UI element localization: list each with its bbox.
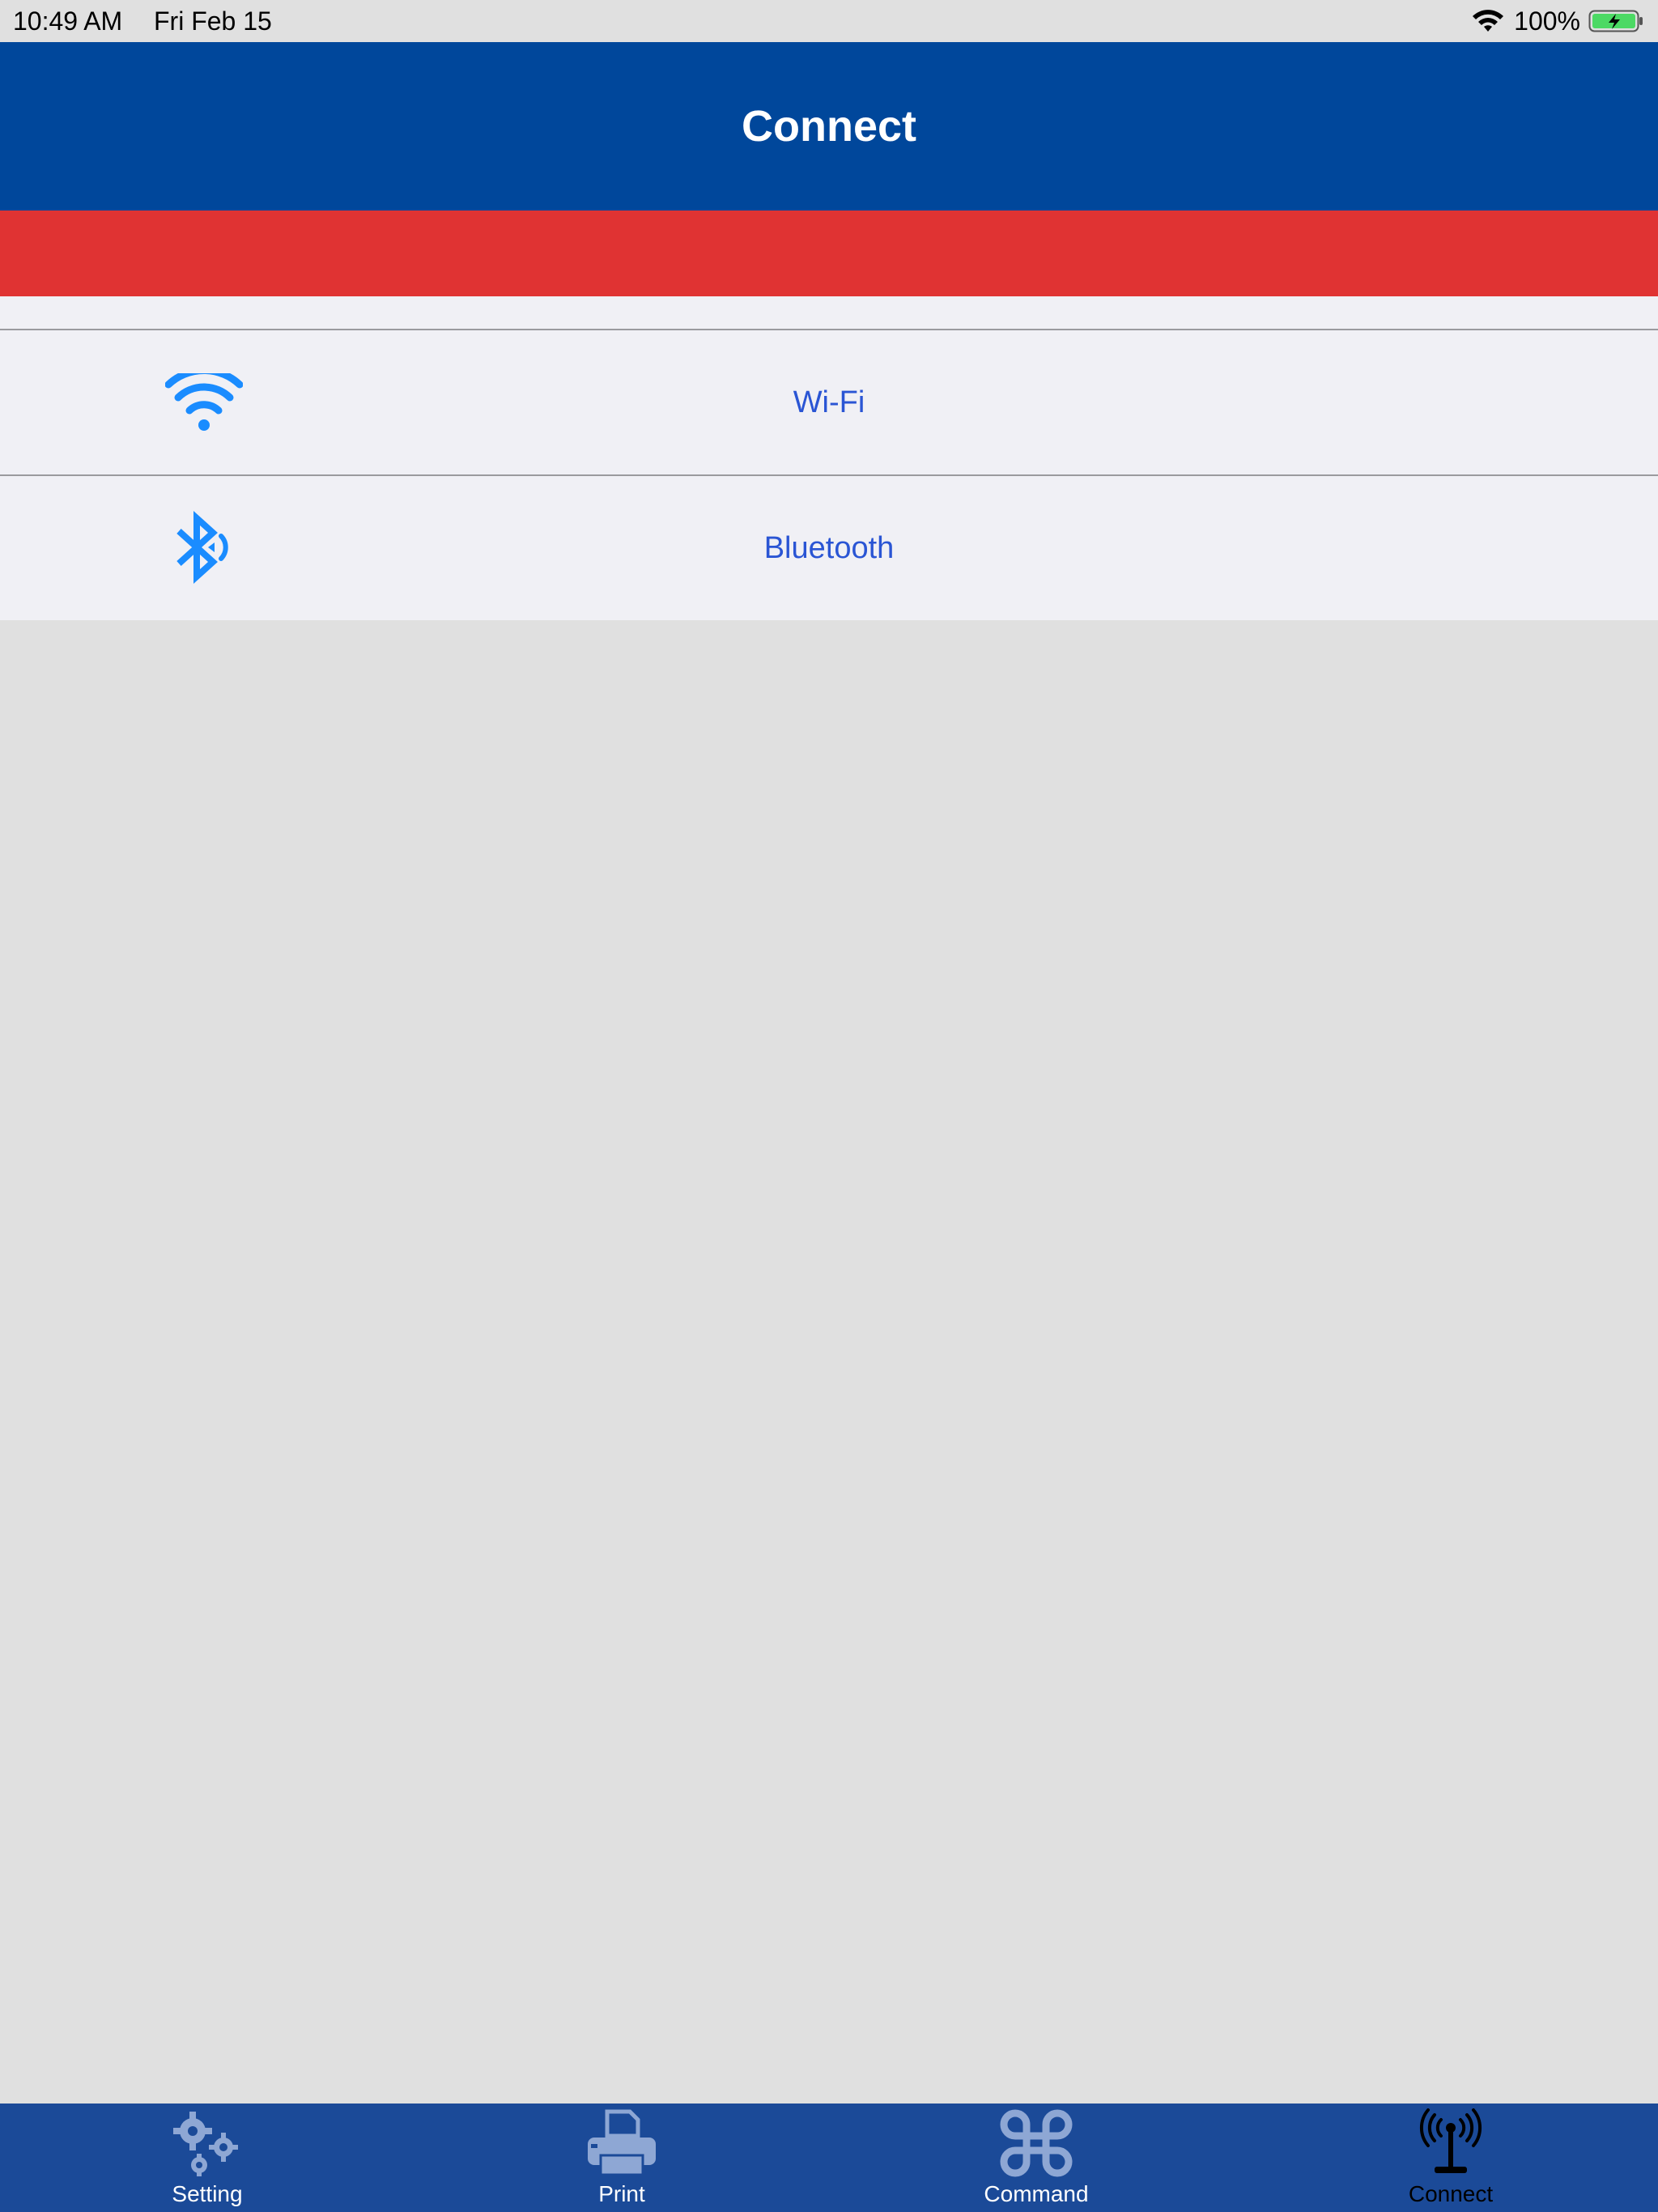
battery-percent: 100% [1514,6,1580,36]
gears-icon [167,2107,248,2180]
status-indicators: 100% [1470,0,1645,42]
tab-label: Print [598,2181,645,2206]
battery-charging-icon [1588,10,1643,32]
status-date: Fri Feb 15 [154,6,272,36]
tab-label: Command [984,2181,1089,2206]
connect-screen: 10:49 AM Fri Feb 15 100% Connect Wi-Fi B… [0,0,1658,2212]
page-title: Connect [742,102,916,151]
connection-list: Wi-Fi Bluetooth [0,329,1658,620]
tab-setting[interactable]: Setting [0,2104,414,2212]
tab-label: Setting [172,2181,243,2206]
list-item-label: Wi-Fi [793,385,865,419]
printer-icon [581,2107,662,2180]
status-banner [0,211,1658,296]
tab-label: Connect [1408,2181,1494,2206]
tab-print[interactable]: Print [414,2104,829,2212]
status-bar: 10:49 AM Fri Feb 15 100% [0,0,1658,42]
tab-bar: Setting Print Command Connect [0,2104,1658,2212]
list-header-spacer [0,296,1658,329]
list-item-label: Bluetooth [763,531,895,565]
tab-command[interactable]: Command [829,2104,1244,2212]
command-icon [996,2107,1077,2180]
tab-connect[interactable]: Connect [1244,2104,1658,2212]
antenna-icon [1410,2107,1491,2180]
navigation-bar: Connect [0,42,1658,211]
list-item-bluetooth[interactable]: Bluetooth [0,474,1658,620]
status-time: 10:49 AM [13,6,123,36]
wifi-icon [1473,10,1504,32]
list-item-wifi[interactable]: Wi-Fi [0,330,1658,474]
